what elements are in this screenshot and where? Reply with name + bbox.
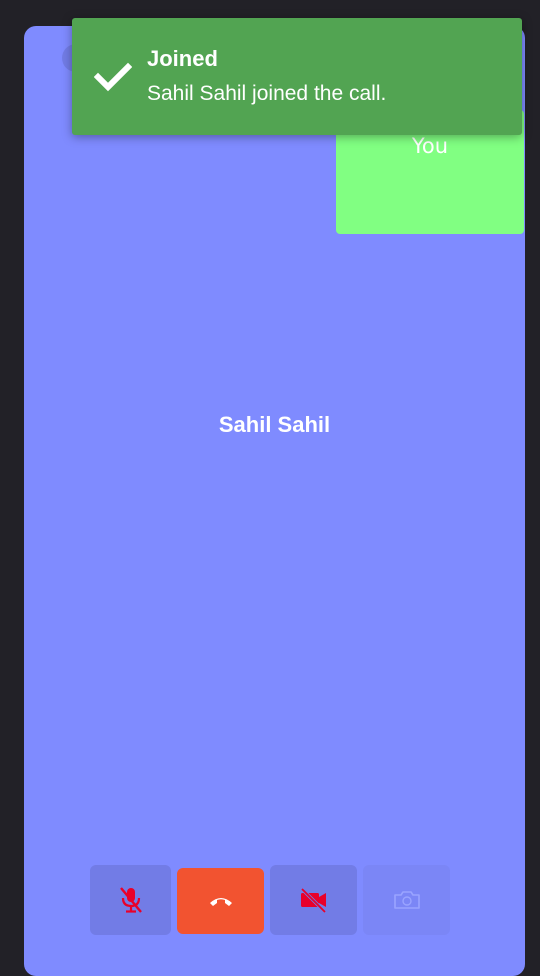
remote-participant-name: Sahil Sahil [218, 412, 331, 437]
device-frame: You Sahil Sahil Joined Sahil Sahil joine… [0, 0, 540, 976]
toast-title: Joined [147, 46, 218, 71]
check-icon [93, 58, 133, 96]
flip-camera-button[interactable] [363, 865, 450, 935]
toggle-mic-button[interactable] [90, 865, 171, 935]
toggle-camera-button[interactable] [270, 865, 357, 935]
joined-toast[interactable]: Joined Sahil Sahil joined the call. [72, 18, 522, 135]
toast-message: Sahil Sahil joined the call. [147, 82, 387, 105]
end-call-button[interactable] [177, 868, 264, 934]
self-video-label: You [411, 134, 449, 158]
